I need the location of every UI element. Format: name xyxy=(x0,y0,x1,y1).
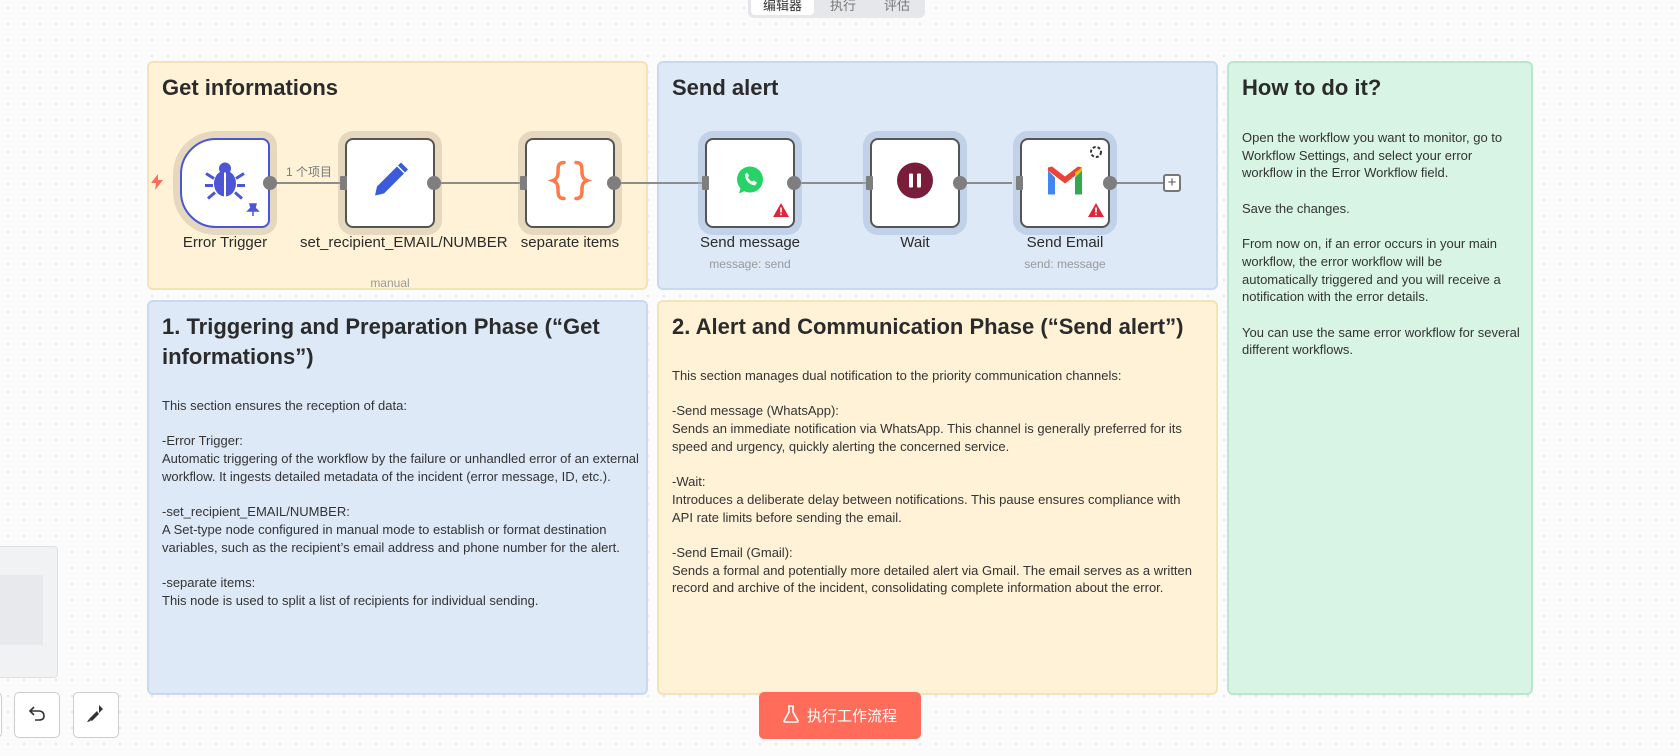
node-label: Wait xyxy=(900,234,930,251)
output-handle[interactable] xyxy=(1103,176,1117,190)
node-label: Error Trigger xyxy=(182,234,268,251)
sticky-phase-2[interactable]: 2. Alert and Communication Phase (“Send … xyxy=(657,300,1218,695)
input-handle[interactable] xyxy=(340,176,347,190)
output-handle[interactable] xyxy=(607,176,621,190)
node-label: Send message xyxy=(699,234,801,251)
trigger-bolt-icon xyxy=(150,174,164,195)
sticky-body: This section manages dual notification t… xyxy=(672,368,1193,596)
input-handle[interactable] xyxy=(1016,176,1023,190)
pin-icon xyxy=(246,203,260,222)
node-label: Send Email xyxy=(1026,234,1104,251)
input-handle[interactable] xyxy=(866,176,873,190)
connection-edge[interactable] xyxy=(434,182,520,184)
connection-edge[interactable] xyxy=(794,182,866,184)
connection-edge[interactable] xyxy=(1110,182,1170,184)
view-tabs: 编辑器 执行 评估 xyxy=(748,0,926,18)
flask-icon xyxy=(783,704,799,727)
sticky-body: Open the workflow you want to monitor, g… xyxy=(1242,130,1520,358)
node-label: separate items xyxy=(520,234,620,251)
node-send-message[interactable] xyxy=(705,138,795,228)
node-subtitle: message: send xyxy=(709,257,791,271)
pencil-icon xyxy=(369,160,411,207)
tab-editor[interactable]: 编辑器 xyxy=(751,0,815,15)
output-handle[interactable] xyxy=(427,176,441,190)
node-error-trigger[interactable] xyxy=(180,138,270,228)
add-node-button[interactable]: + xyxy=(1163,174,1181,192)
output-handle[interactable] xyxy=(787,176,801,190)
output-handle[interactable] xyxy=(263,176,277,190)
connection-edge[interactable] xyxy=(960,182,1012,184)
sticky-title: Send alert xyxy=(672,75,779,100)
input-handle[interactable] xyxy=(520,176,527,190)
tab-evaluations[interactable]: 评估 xyxy=(872,0,922,15)
node-wait[interactable] xyxy=(870,138,960,228)
broom-icon xyxy=(86,703,106,728)
input-handle[interactable] xyxy=(702,176,709,190)
warning-icon[interactable] xyxy=(1088,203,1104,222)
node-separate-items[interactable] xyxy=(525,138,615,228)
sticky-title: 2. Alert and Communication Phase (“Send … xyxy=(672,314,1184,339)
tidy-up-button[interactable] xyxy=(73,692,119,738)
focus-icon[interactable] xyxy=(1089,145,1103,164)
connection-edge[interactable] xyxy=(614,182,702,184)
pause-icon xyxy=(896,162,934,205)
sticky-title: 1. Triggering and Preparation Phase (“Ge… xyxy=(162,314,600,369)
sticky-body: This section ensures the reception of da… xyxy=(162,398,639,608)
warning-icon[interactable] xyxy=(773,203,789,222)
bug-icon xyxy=(203,159,247,208)
undo-button[interactable] xyxy=(14,692,60,738)
minimap-viewport xyxy=(0,575,43,645)
sticky-title: How to do it? xyxy=(1242,75,1382,100)
node-subtitle: send: message xyxy=(1024,257,1106,271)
node-label: set_recipient_EMAIL/NUMBER xyxy=(300,234,508,251)
connection-item-count: 1 个项目 xyxy=(286,165,333,179)
execute-label: 执行工作流程 xyxy=(806,708,897,725)
node-set-recipient[interactable] xyxy=(345,138,435,228)
sticky-how-to[interactable]: How to do it? Open the workflow you want… xyxy=(1227,61,1533,695)
connection-edge[interactable] xyxy=(270,182,346,184)
node-send-email[interactable] xyxy=(1020,138,1110,228)
undo-icon xyxy=(28,704,46,727)
minimap[interactable] xyxy=(0,546,58,678)
node-subtitle: manual xyxy=(370,276,410,290)
sticky-title: Get informations xyxy=(162,75,339,100)
sticky-phase-1[interactable]: 1. Triggering and Preparation Phase (“Ge… xyxy=(147,300,648,695)
zoom-control-button[interactable] xyxy=(0,692,2,738)
tab-executions[interactable]: 执行 xyxy=(818,0,868,15)
whatsapp-icon xyxy=(734,165,766,202)
execute-workflow-button[interactable]: 执行工作流程 xyxy=(759,692,921,739)
gmail-icon xyxy=(1045,165,1085,202)
braces-icon xyxy=(547,159,593,208)
output-handle[interactable] xyxy=(953,176,967,190)
